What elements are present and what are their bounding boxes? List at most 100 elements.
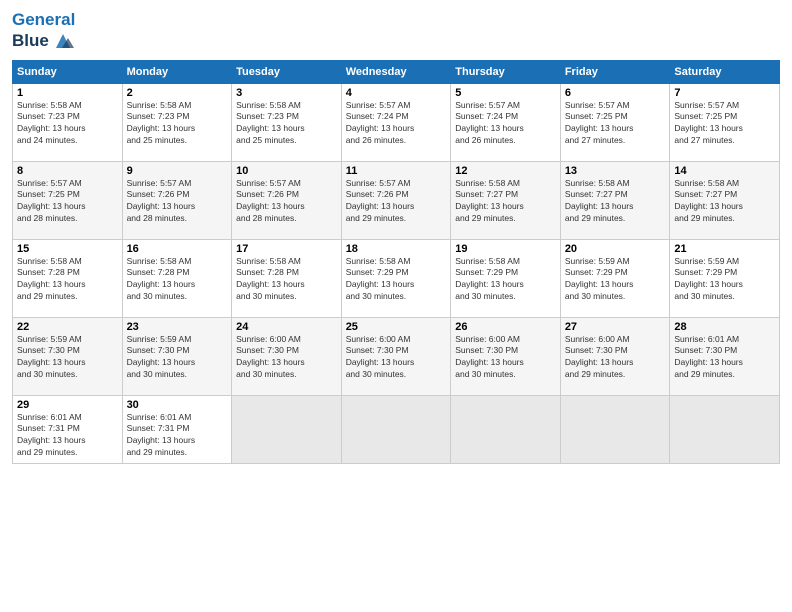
day-number: 23 [127, 321, 228, 333]
calendar-cell: 18Sunrise: 5:58 AM Sunset: 7:29 PM Dayli… [341, 239, 451, 317]
day-number: 13 [565, 165, 666, 177]
day-info: Sunrise: 5:58 AM Sunset: 7:28 PM Dayligh… [236, 256, 337, 304]
day-number: 8 [17, 165, 118, 177]
day-info: Sunrise: 5:59 AM Sunset: 7:29 PM Dayligh… [674, 256, 775, 304]
day-info: Sunrise: 6:01 AM Sunset: 7:31 PM Dayligh… [127, 412, 228, 460]
calendar-cell: 23Sunrise: 5:59 AM Sunset: 7:30 PM Dayli… [122, 317, 232, 395]
col-header-wednesday: Wednesday [341, 60, 451, 83]
calendar-cell: 10Sunrise: 5:57 AM Sunset: 7:26 PM Dayli… [232, 161, 342, 239]
day-info: Sunrise: 5:58 AM Sunset: 7:23 PM Dayligh… [127, 100, 228, 148]
day-number: 29 [17, 399, 118, 411]
calendar-cell: 15Sunrise: 5:58 AM Sunset: 7:28 PM Dayli… [13, 239, 123, 317]
calendar-cell: 3Sunrise: 5:58 AM Sunset: 7:23 PM Daylig… [232, 83, 342, 161]
col-header-sunday: Sunday [13, 60, 123, 83]
calendar-cell: 2Sunrise: 5:58 AM Sunset: 7:23 PM Daylig… [122, 83, 232, 161]
day-number: 28 [674, 321, 775, 333]
day-number: 10 [236, 165, 337, 177]
calendar-cell: 28Sunrise: 6:01 AM Sunset: 7:30 PM Dayli… [670, 317, 780, 395]
col-header-friday: Friday [560, 60, 670, 83]
day-info: Sunrise: 5:57 AM Sunset: 7:26 PM Dayligh… [127, 178, 228, 226]
day-number: 17 [236, 243, 337, 255]
day-number: 18 [346, 243, 447, 255]
calendar-cell: 27Sunrise: 6:00 AM Sunset: 7:30 PM Dayli… [560, 317, 670, 395]
calendar-cell: 19Sunrise: 5:58 AM Sunset: 7:29 PM Dayli… [451, 239, 561, 317]
day-number: 24 [236, 321, 337, 333]
logo-icon [52, 30, 74, 52]
calendar-cell: 16Sunrise: 5:58 AM Sunset: 7:28 PM Dayli… [122, 239, 232, 317]
day-info: Sunrise: 5:57 AM Sunset: 7:26 PM Dayligh… [346, 178, 447, 226]
day-info: Sunrise: 5:58 AM Sunset: 7:28 PM Dayligh… [17, 256, 118, 304]
calendar-cell: 22Sunrise: 5:59 AM Sunset: 7:30 PM Dayli… [13, 317, 123, 395]
day-number: 11 [346, 165, 447, 177]
day-info: Sunrise: 6:01 AM Sunset: 7:31 PM Dayligh… [17, 412, 118, 460]
col-header-thursday: Thursday [451, 60, 561, 83]
day-info: Sunrise: 5:59 AM Sunset: 7:29 PM Dayligh… [565, 256, 666, 304]
day-info: Sunrise: 5:57 AM Sunset: 7:24 PM Dayligh… [346, 100, 447, 148]
day-info: Sunrise: 5:58 AM Sunset: 7:28 PM Dayligh… [127, 256, 228, 304]
calendar-cell: 1Sunrise: 5:58 AM Sunset: 7:23 PM Daylig… [13, 83, 123, 161]
calendar-cell: 20Sunrise: 5:59 AM Sunset: 7:29 PM Dayli… [560, 239, 670, 317]
calendar-cell: 25Sunrise: 6:00 AM Sunset: 7:30 PM Dayli… [341, 317, 451, 395]
day-number: 30 [127, 399, 228, 411]
day-info: Sunrise: 5:58 AM Sunset: 7:23 PM Dayligh… [236, 100, 337, 148]
logo: General Blue [12, 10, 75, 52]
day-info: Sunrise: 5:57 AM Sunset: 7:26 PM Dayligh… [236, 178, 337, 226]
calendar-cell [341, 395, 451, 463]
calendar-cell [232, 395, 342, 463]
day-number: 22 [17, 321, 118, 333]
calendar-cell [451, 395, 561, 463]
logo-general: General [12, 10, 75, 29]
week-row-5: 29Sunrise: 6:01 AM Sunset: 7:31 PM Dayli… [13, 395, 780, 463]
calendar-cell: 29Sunrise: 6:01 AM Sunset: 7:31 PM Dayli… [13, 395, 123, 463]
calendar-cell: 5Sunrise: 5:57 AM Sunset: 7:24 PM Daylig… [451, 83, 561, 161]
day-info: Sunrise: 6:00 AM Sunset: 7:30 PM Dayligh… [236, 334, 337, 382]
day-number: 26 [455, 321, 556, 333]
day-number: 21 [674, 243, 775, 255]
day-number: 2 [127, 87, 228, 99]
calendar-table: SundayMondayTuesdayWednesdayThursdayFrid… [12, 60, 780, 464]
day-info: Sunrise: 5:57 AM Sunset: 7:25 PM Dayligh… [674, 100, 775, 148]
day-number: 1 [17, 87, 118, 99]
calendar-cell: 26Sunrise: 6:00 AM Sunset: 7:30 PM Dayli… [451, 317, 561, 395]
week-row-2: 8Sunrise: 5:57 AM Sunset: 7:25 PM Daylig… [13, 161, 780, 239]
day-number: 12 [455, 165, 556, 177]
calendar-header-row: SundayMondayTuesdayWednesdayThursdayFrid… [13, 60, 780, 83]
day-info: Sunrise: 5:57 AM Sunset: 7:24 PM Dayligh… [455, 100, 556, 148]
day-number: 3 [236, 87, 337, 99]
calendar-cell: 14Sunrise: 5:58 AM Sunset: 7:27 PM Dayli… [670, 161, 780, 239]
day-number: 20 [565, 243, 666, 255]
col-header-monday: Monday [122, 60, 232, 83]
calendar-cell: 9Sunrise: 5:57 AM Sunset: 7:26 PM Daylig… [122, 161, 232, 239]
day-info: Sunrise: 5:58 AM Sunset: 7:29 PM Dayligh… [455, 256, 556, 304]
day-number: 15 [17, 243, 118, 255]
calendar-cell [560, 395, 670, 463]
day-number: 14 [674, 165, 775, 177]
day-number: 25 [346, 321, 447, 333]
day-info: Sunrise: 5:58 AM Sunset: 7:29 PM Dayligh… [346, 256, 447, 304]
week-row-3: 15Sunrise: 5:58 AM Sunset: 7:28 PM Dayli… [13, 239, 780, 317]
calendar-cell: 11Sunrise: 5:57 AM Sunset: 7:26 PM Dayli… [341, 161, 451, 239]
day-info: Sunrise: 5:57 AM Sunset: 7:25 PM Dayligh… [17, 178, 118, 226]
day-info: Sunrise: 5:57 AM Sunset: 7:25 PM Dayligh… [565, 100, 666, 148]
day-number: 19 [455, 243, 556, 255]
col-header-tuesday: Tuesday [232, 60, 342, 83]
day-number: 9 [127, 165, 228, 177]
day-number: 6 [565, 87, 666, 99]
day-number: 16 [127, 243, 228, 255]
week-row-1: 1 Sunrise: 5:58 AM Sunset: 7:23 PM Daylig… [13, 83, 780, 161]
day-info: Sunrise: 6:00 AM Sunset: 7:30 PM Dayligh… [565, 334, 666, 382]
calendar-cell: 17Sunrise: 5:58 AM Sunset: 7:28 PM Dayli… [232, 239, 342, 317]
day-info: Sunrise: 5:58 AM Sunset: 7:27 PM Dayligh… [565, 178, 666, 226]
calendar-cell: 7Sunrise: 5:57 AM Sunset: 7:25 PM Daylig… [670, 83, 780, 161]
calendar-cell: 6Sunrise: 5:57 AM Sunset: 7:25 PM Daylig… [560, 83, 670, 161]
calendar-cell: 13Sunrise: 5:58 AM Sunset: 7:27 PM Dayli… [560, 161, 670, 239]
calendar-cell: 12Sunrise: 5:58 AM Sunset: 7:27 PM Dayli… [451, 161, 561, 239]
day-info: Sunrise: 6:00 AM Sunset: 7:30 PM Dayligh… [455, 334, 556, 382]
header: General Blue [12, 10, 780, 52]
week-row-4: 22Sunrise: 5:59 AM Sunset: 7:30 PM Dayli… [13, 317, 780, 395]
day-number: 5 [455, 87, 556, 99]
col-header-saturday: Saturday [670, 60, 780, 83]
logo-blue: Blue [12, 31, 49, 51]
day-number: 7 [674, 87, 775, 99]
day-number: 4 [346, 87, 447, 99]
